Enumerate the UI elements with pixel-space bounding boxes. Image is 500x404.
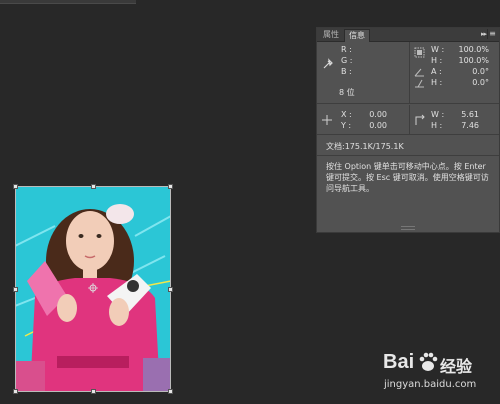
watermark-brand-suffix: 经验 xyxy=(440,357,473,376)
document-size: 文档:175.1K/175.1K xyxy=(326,142,404,151)
panel-resize-grip[interactable] xyxy=(401,226,415,230)
transform-handle-right[interactable] xyxy=(168,287,173,292)
panel-tab-bar: 属性 信息 ▸▸ ≡ xyxy=(317,28,499,42)
position-readout-section xyxy=(317,104,499,135)
baidu-paw-icon xyxy=(419,352,438,371)
baidu-jingyan-watermark: Bai 经验 jingyan.baidu.com xyxy=(383,349,493,399)
y-value: 0.00 xyxy=(369,121,387,130)
skew-value: 0.0° xyxy=(472,78,489,87)
transform-handle-left[interactable] xyxy=(13,287,18,292)
transform-handle-bottom-left[interactable] xyxy=(13,389,18,394)
scale-h-value: 100.0% xyxy=(458,56,489,65)
y-label: Y : xyxy=(341,121,352,130)
tool-hint-text: 按住 Option 键单击可移动中心点。按 Enter 键可提交。按 Esc 键… xyxy=(326,162,489,193)
crosshair-icon xyxy=(322,115,332,125)
angle-value: 0.0° xyxy=(472,67,489,76)
skew-label: H : xyxy=(431,78,443,87)
eyedropper-icon xyxy=(323,58,333,69)
watermark-url: jingyan.baidu.com xyxy=(384,379,477,390)
watermark-brand: Bai xyxy=(383,351,415,373)
scale-h-label: H : xyxy=(431,56,443,65)
section-divider xyxy=(409,105,410,134)
size-w-value: 5.61 xyxy=(461,110,479,119)
collapse-panel-button[interactable]: ▸▸ xyxy=(481,30,487,38)
transform-handle-bottom-right[interactable] xyxy=(168,389,173,394)
document-tab-strip[interactable] xyxy=(0,0,136,4)
transform-handle-bottom[interactable] xyxy=(91,389,96,394)
panel-menu-button[interactable]: ≡ xyxy=(487,29,497,39)
transform-center-point-icon[interactable] xyxy=(88,283,98,293)
selection-size-icon xyxy=(415,114,425,125)
scale-w-value: 100.0% xyxy=(458,45,489,54)
skew-icon xyxy=(415,79,424,88)
bit-depth: 8 位 xyxy=(339,88,355,97)
x-label: X : xyxy=(341,110,352,119)
info-panel: 属性 信息 ▸▸ ≡ R : G : B : 8 位 W : 100.0% H … xyxy=(316,27,500,233)
angle-label: A : xyxy=(431,67,442,76)
scale-w-label: W : xyxy=(431,45,445,54)
x-value: 0.00 xyxy=(369,110,387,119)
tab-properties[interactable]: 属性 xyxy=(319,29,343,41)
g-label: G : xyxy=(341,56,353,65)
transform-scale-icon xyxy=(414,47,425,58)
transform-handle-top-left[interactable] xyxy=(13,184,18,189)
size-h-value: 7.46 xyxy=(461,121,479,130)
transform-handle-top-right[interactable] xyxy=(168,184,173,189)
angle-icon xyxy=(414,68,424,77)
section-divider xyxy=(409,42,410,104)
r-label: R : xyxy=(341,45,352,54)
size-w-label: W : xyxy=(431,110,445,119)
size-h-label: H : xyxy=(431,121,443,130)
b-label: B : xyxy=(341,67,352,76)
transform-handle-top[interactable] xyxy=(91,184,96,189)
